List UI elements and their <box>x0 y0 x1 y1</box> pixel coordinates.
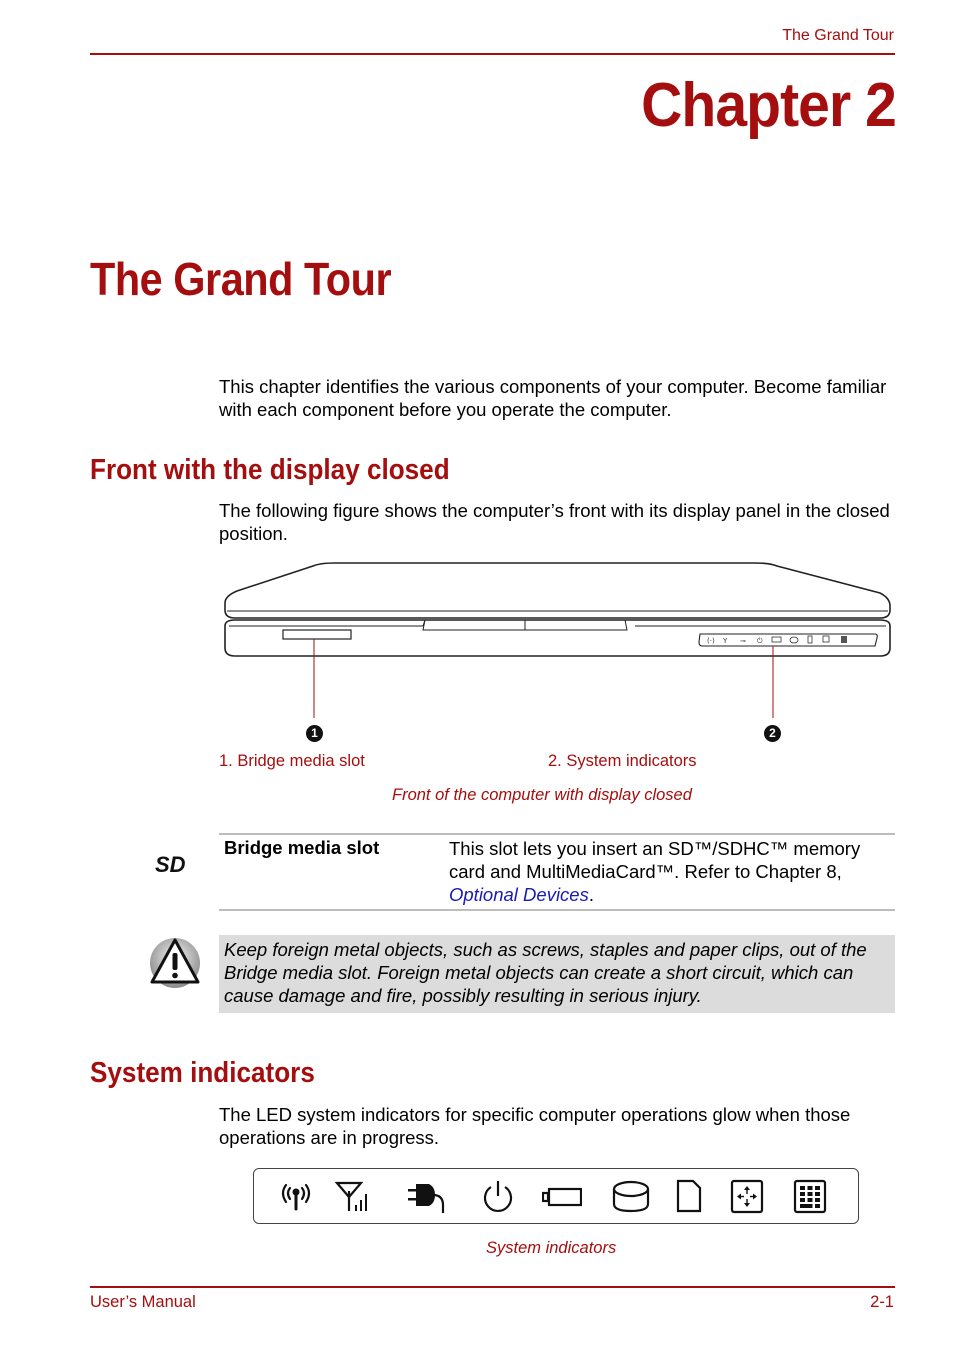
header-rule <box>90 53 895 55</box>
media-slot-icon <box>676 1179 702 1213</box>
indicator-strip <box>253 1168 859 1224</box>
intro-paragraph: This chapter identifies the various comp… <box>219 376 887 420</box>
figure-caption-front: Front of the computer with display close… <box>392 786 692 804</box>
section-heading-front: Front with the display closed <box>90 454 450 486</box>
svg-text:⊸: ⊸ <box>740 637 746 645</box>
arrow-mode-icon <box>730 1179 764 1214</box>
callout-marker-1: 1 <box>306 725 323 742</box>
footer-manual-title: User’s Manual <box>90 1293 196 1311</box>
svg-text:(·): (·) <box>707 637 715 645</box>
wireless-communication-icon <box>281 1183 311 1211</box>
footer-rule <box>90 1286 895 1288</box>
warning-triangle-icon <box>150 938 200 988</box>
indicators-paragraph: The LED system indicators for specific c… <box>219 1104 851 1148</box>
table-top-rule <box>219 833 895 835</box>
svg-text:Y: Y <box>722 637 728 645</box>
table-bottom-rule <box>219 909 895 911</box>
battery-icon <box>542 1187 582 1207</box>
warning-text: Keep foreign metal objects, such as scre… <box>224 939 867 1006</box>
front-paragraph: The following figure shows the computer’… <box>219 500 890 544</box>
optional-devices-link[interactable]: Optional Devices <box>449 884 589 905</box>
section-heading-indicators: System indicators <box>90 1057 315 1089</box>
sd-card-logo-icon: SD <box>155 852 186 876</box>
callout-label-2: 2. System indicators <box>548 752 697 770</box>
callout-label-1: 1. Bridge media slot <box>219 752 365 770</box>
svg-text:⏻: ⏻ <box>757 637 763 645</box>
page-number: 2-1 <box>870 1293 894 1311</box>
wireless-wan-icon <box>334 1181 367 1211</box>
power-icon <box>483 1181 513 1212</box>
running-head: The Grand Tour <box>782 27 894 44</box>
page-title: The Grand Tour <box>90 253 392 305</box>
description-text: This slot lets you insert an SD™/SDHC™ m… <box>449 838 861 882</box>
numeric-mode-icon <box>793 1179 827 1214</box>
callout-marker-2: 2 <box>764 725 781 742</box>
chapter-label: Chapter 2 <box>641 71 897 140</box>
figure-caption-indicators: System indicators <box>486 1239 617 1257</box>
table-term-bridge-media-slot: Bridge media slot <box>224 837 380 858</box>
laptop-front-illustration: (·) Y ⊸ ⏻ <box>224 562 891 718</box>
mini-indicators: (·) Y ⊸ ⏻ <box>707 635 847 645</box>
dc-in-icon <box>408 1184 445 1213</box>
svg-text:SD: SD <box>155 852 186 876</box>
description-suffix: . <box>588 884 594 905</box>
hard-disk-icon <box>612 1180 650 1213</box>
table-description: This slot lets you insert an SD™/SDHC™ m… <box>449 837 889 906</box>
